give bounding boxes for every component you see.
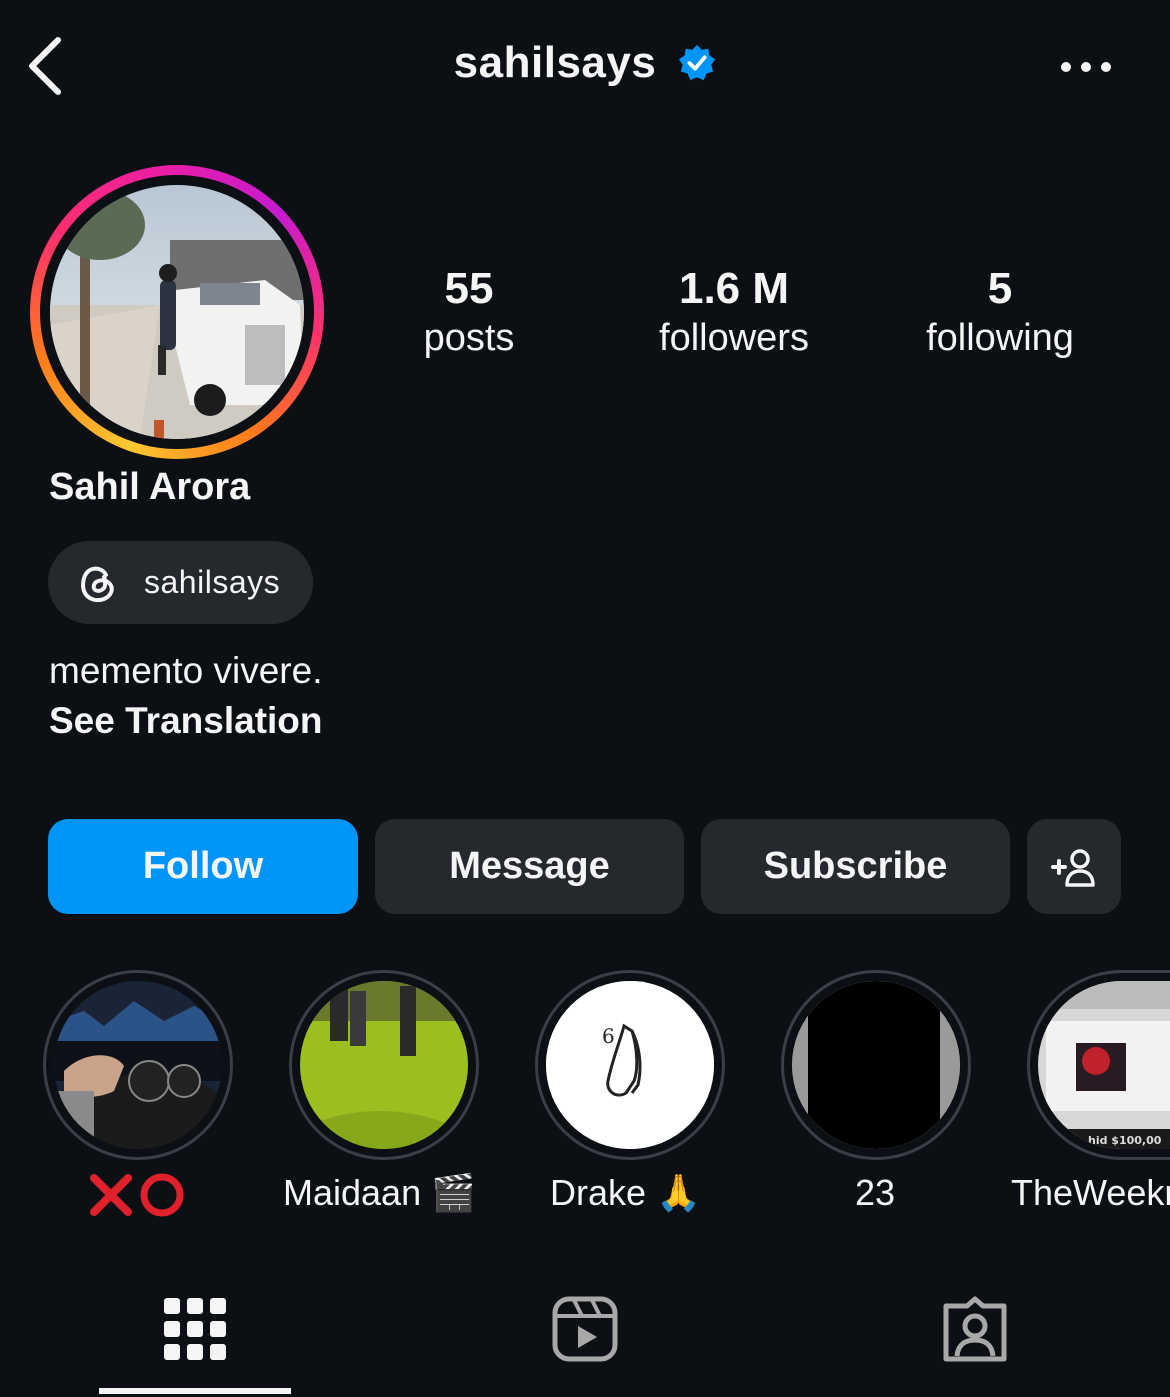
stat-label: followers — [659, 317, 809, 359]
highlight-cover[interactable] — [300, 981, 468, 1149]
threads-link[interactable]: sahilsays — [48, 541, 313, 624]
message-button[interactable]: Message — [375, 819, 684, 914]
svg-text:6: 6 — [602, 1024, 615, 1048]
username-title: sahilsays — [453, 38, 657, 87]
follow-button[interactable]: Follow — [48, 819, 358, 914]
stat-posts[interactable]: 55 posts — [349, 262, 589, 360]
more-horizontal-icon[interactable] — [1056, 52, 1116, 82]
highlight-cover[interactable] — [792, 981, 960, 1149]
highlight-label: Maidaan 🎬 — [283, 1172, 476, 1213]
highlight-label: ❌⭕ — [90, 1172, 186, 1218]
highlight-label: Drake 🙏 — [550, 1172, 701, 1213]
subscribe-button[interactable]: Subscribe — [701, 819, 1010, 914]
stat-following[interactable]: 5 following — [880, 262, 1120, 360]
stat-label: posts — [423, 317, 515, 359]
highlight-label: TheWeekr — [1011, 1172, 1170, 1213]
highlight-cover[interactable]: 6 — [546, 981, 714, 1149]
threads-icon — [81, 566, 114, 602]
highlight-label: 23 — [855, 1172, 896, 1213]
xo-emoji-icon — [90, 1173, 184, 1217]
reels-icon[interactable] — [552, 1296, 618, 1362]
add-person-icon — [1051, 848, 1095, 887]
threads-handle: sahilsays — [144, 564, 281, 600]
selected-tab-indicator — [99, 1388, 291, 1394]
see-translation-link[interactable]: See Translation — [49, 700, 323, 742]
highlight-cover[interactable] — [54, 981, 222, 1149]
bio-text: memento vivere. — [49, 650, 323, 691]
tagged-icon[interactable] — [942, 1296, 1008, 1362]
verified-badge-icon — [679, 44, 716, 81]
stat-value: 5 — [987, 264, 1013, 313]
svg-text:hid $100,00: hid $100,00 — [1088, 1134, 1162, 1147]
suggested-accounts-button[interactable] — [1027, 819, 1121, 914]
profile-header: sahilsays — [0, 38, 1170, 88]
grid-icon[interactable] — [162, 1296, 228, 1362]
stat-value: 1.6 M — [678, 264, 790, 313]
display-name: Sahil Arora — [49, 466, 251, 508]
stat-value: 55 — [444, 264, 494, 313]
stat-followers[interactable]: 1.6 M followers — [614, 262, 854, 360]
stat-label: following — [926, 317, 1074, 359]
profile-avatar[interactable] — [50, 185, 304, 439]
